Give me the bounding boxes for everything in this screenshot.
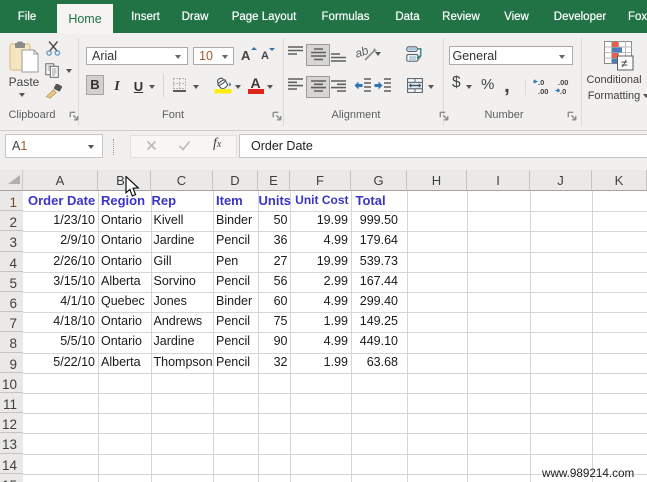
svg-text:.00: .00 — [538, 87, 548, 95]
svg-text:.00: .00 — [558, 78, 568, 87]
svg-text:.0: .0 — [538, 78, 544, 87]
svg-text:.0: .0 — [560, 87, 566, 95]
svg-text:≠: ≠ — [621, 57, 628, 71]
